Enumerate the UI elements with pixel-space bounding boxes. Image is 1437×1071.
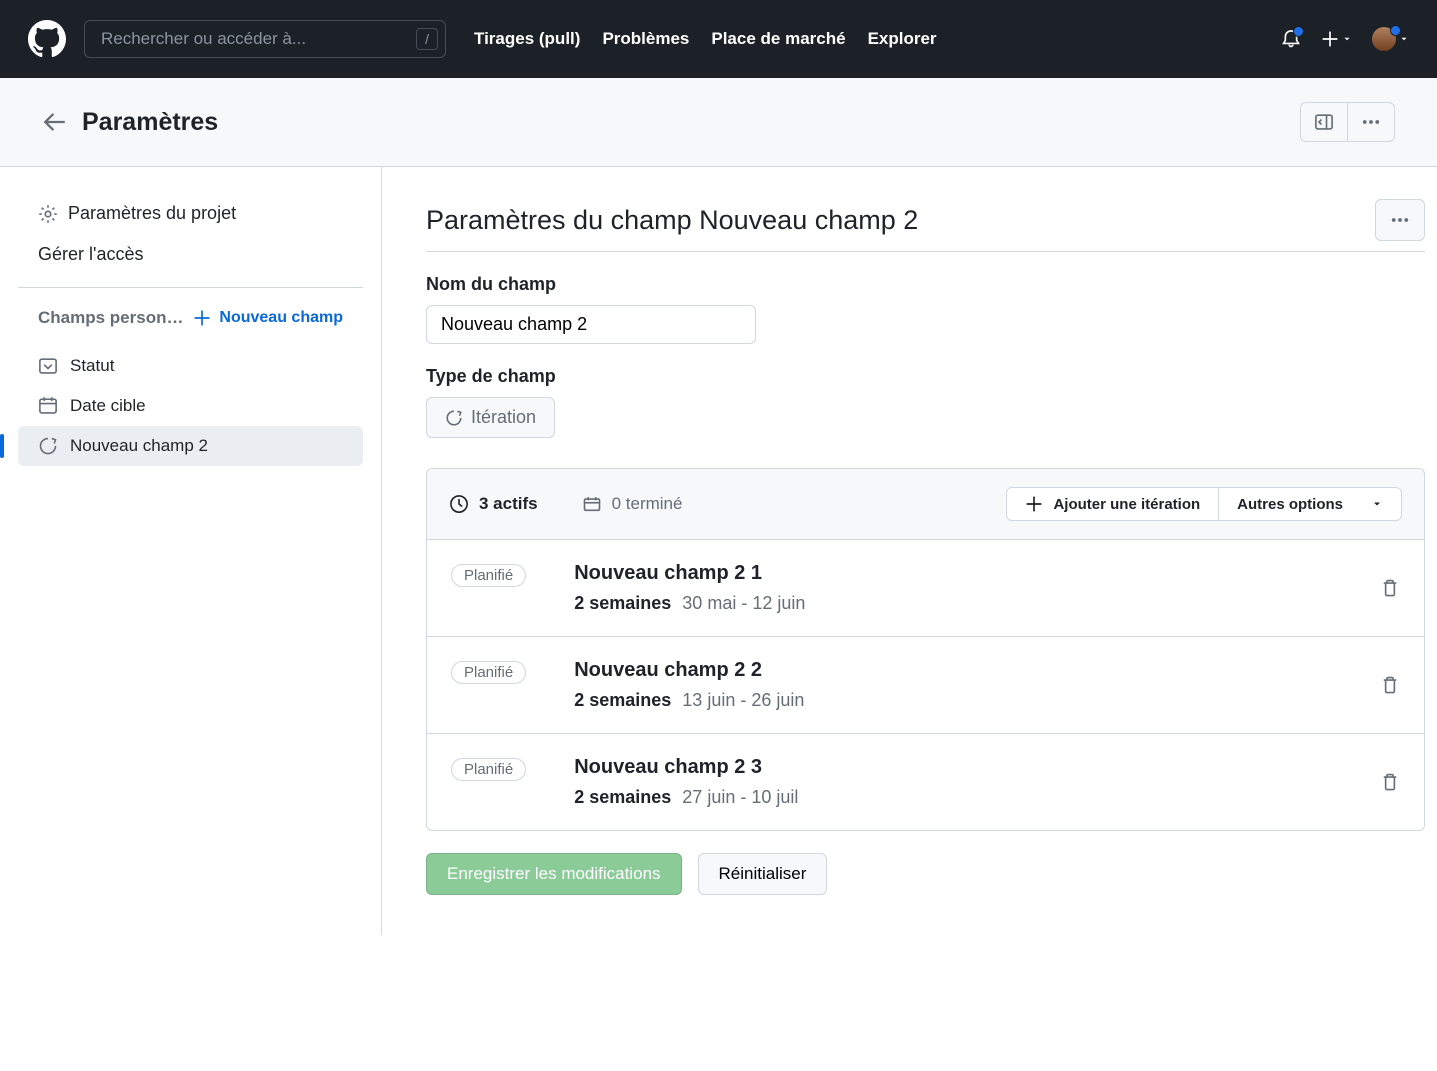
iteration-meta: 2 semaines 30 mai - 12 juin <box>574 593 1332 614</box>
iteration-status-badge: Planifié <box>451 564 526 587</box>
subheader-actions <box>1300 102 1395 142</box>
field-label: Statut <box>70 356 114 376</box>
iteration-title[interactable]: Nouveau champ 2 2 <box>574 659 1332 682</box>
topbar-actions <box>1281 27 1409 51</box>
new-field-label: Nouveau champ <box>219 309 343 327</box>
back-arrow-icon[interactable] <box>42 109 68 135</box>
sidebar-project-settings[interactable]: Paramètres du projet <box>18 193 363 234</box>
iteration-duration: 2 semaines <box>574 787 671 807</box>
iteration-title[interactable]: Nouveau champ 2 1 <box>574 562 1332 585</box>
iteration-body: Nouveau champ 2 3 2 semaines 27 juin - 1… <box>574 756 1332 808</box>
completed-iterations-tab[interactable]: 0 terminé <box>582 494 683 514</box>
field-settings-heading: Paramètres du champ Nouveau champ 2 <box>426 205 918 236</box>
toggle-sidebar-button[interactable] <box>1300 102 1348 142</box>
iteration-row: Planifié Nouveau champ 2 1 2 semaines 30… <box>427 540 1424 637</box>
completed-count-label: 0 terminé <box>612 494 683 514</box>
field-type-value: Itération <box>471 407 536 428</box>
nav-explore[interactable]: Explorer <box>868 29 937 49</box>
delete-iteration-button[interactable] <box>1380 675 1400 695</box>
slash-key-hint: / <box>416 28 438 50</box>
form-actions: Enregistrer les modifications Réinitiali… <box>426 853 1425 895</box>
iteration-body: Nouveau champ 2 1 2 semaines 30 mai - 12… <box>574 562 1332 614</box>
delete-iteration-button[interactable] <box>1380 772 1400 792</box>
other-options-label: Autres options <box>1237 496 1343 513</box>
iteration-duration: 2 semaines <box>574 690 671 710</box>
iteration-duration: 2 semaines <box>574 593 671 613</box>
sidebar-field-nouveau-champ-2[interactable]: Nouveau champ 2 <box>18 426 363 466</box>
create-new-dropdown[interactable] <box>1321 30 1352 48</box>
top-nav: / Tirages (pull) Problèmes Place de marc… <box>0 0 1437 78</box>
iteration-dates: 13 juin - 26 juin <box>682 690 804 710</box>
field-more-button[interactable] <box>1375 199 1425 241</box>
add-iteration-button[interactable]: Ajouter une itération <box>1006 487 1219 521</box>
iterations-actions: Ajouter une itération Autres options <box>1006 487 1402 521</box>
search-input[interactable] <box>84 20 446 58</box>
nav-links: Tirages (pull) Problèmes Place de marché… <box>474 29 937 49</box>
iteration-meta: 2 semaines 27 juin - 10 juil <box>574 787 1332 808</box>
custom-fields-label: Champs person… <box>38 308 183 328</box>
field-type-label: Type de champ <box>426 366 1425 387</box>
sidebar-divider <box>18 287 363 288</box>
iteration-dates: 30 mai - 12 juin <box>682 593 805 613</box>
avatar-notification-dot <box>1390 25 1401 36</box>
nav-issues[interactable]: Problèmes <box>602 29 689 49</box>
iteration-row: Planifié Nouveau champ 2 2 2 semaines 13… <box>427 637 1424 734</box>
github-logo-icon[interactable] <box>28 20 66 58</box>
main-layout: Paramètres du projet Gérer l'accès Champ… <box>0 167 1437 935</box>
field-type-button[interactable]: Itération <box>426 397 555 438</box>
notification-dot-icon <box>1293 26 1304 37</box>
delete-iteration-button[interactable] <box>1380 578 1400 598</box>
add-iteration-label: Ajouter une itération <box>1053 496 1200 513</box>
active-count-label: 3 actifs <box>479 494 538 514</box>
sidebar: Paramètres du projet Gérer l'accès Champ… <box>0 167 382 935</box>
page-title: Paramètres <box>82 108 218 137</box>
sidebar-item-label: Paramètres du projet <box>68 203 236 224</box>
iteration-status-badge: Planifié <box>451 661 526 684</box>
search-box: / <box>84 20 446 58</box>
iteration-meta: 2 semaines 13 juin - 26 juin <box>574 690 1332 711</box>
sidebar-field-target-date[interactable]: Date cible <box>18 386 363 426</box>
sidebar-field-status[interactable]: Statut <box>18 346 363 386</box>
iteration-dates: 27 juin - 10 juil <box>682 787 798 807</box>
field-label: Nouveau champ 2 <box>70 436 208 456</box>
sidebar-item-label: Gérer l'accès <box>38 244 143 265</box>
iterations-panel: 3 actifs 0 terminé Ajouter une itération… <box>426 468 1425 831</box>
iteration-row: Planifié Nouveau champ 2 3 2 semaines 27… <box>427 734 1424 830</box>
field-type-group: Type de champ Itération <box>426 366 1425 438</box>
reset-button[interactable]: Réinitialiser <box>698 853 828 895</box>
nav-marketplace[interactable]: Place de marché <box>711 29 845 49</box>
user-menu[interactable] <box>1372 27 1409 51</box>
iteration-body: Nouveau champ 2 2 2 semaines 13 juin - 2… <box>574 659 1332 711</box>
save-button[interactable]: Enregistrer les modifications <box>426 853 682 895</box>
active-iterations-tab[interactable]: 3 actifs <box>449 494 538 514</box>
iteration-title[interactable]: Nouveau champ 2 3 <box>574 756 1332 779</box>
field-label: Date cible <box>70 396 146 416</box>
page-subheader: Paramètres <box>0 78 1437 167</box>
field-name-label: Nom du champ <box>426 274 1425 295</box>
sidebar-manage-access[interactable]: Gérer l'accès <box>18 234 363 275</box>
sidebar-custom-fields-header: Champs person… Nouveau champ <box>18 308 363 328</box>
iteration-status-badge: Planifié <box>451 758 526 781</box>
other-options-button[interactable]: Autres options <box>1219 487 1402 521</box>
iterations-toolbar: 3 actifs 0 terminé Ajouter une itération… <box>427 469 1424 540</box>
more-options-button[interactable] <box>1348 102 1395 142</box>
field-name-input[interactable] <box>426 305 756 344</box>
field-name-group: Nom du champ <box>426 274 1425 344</box>
main-header: Paramètres du champ Nouveau champ 2 <box>426 199 1425 252</box>
main-content: Paramètres du champ Nouveau champ 2 Nom … <box>382 167 1437 935</box>
nav-pull-requests[interactable]: Tirages (pull) <box>474 29 580 49</box>
new-field-button[interactable]: Nouveau champ <box>193 309 343 327</box>
notifications-button[interactable] <box>1281 29 1301 49</box>
